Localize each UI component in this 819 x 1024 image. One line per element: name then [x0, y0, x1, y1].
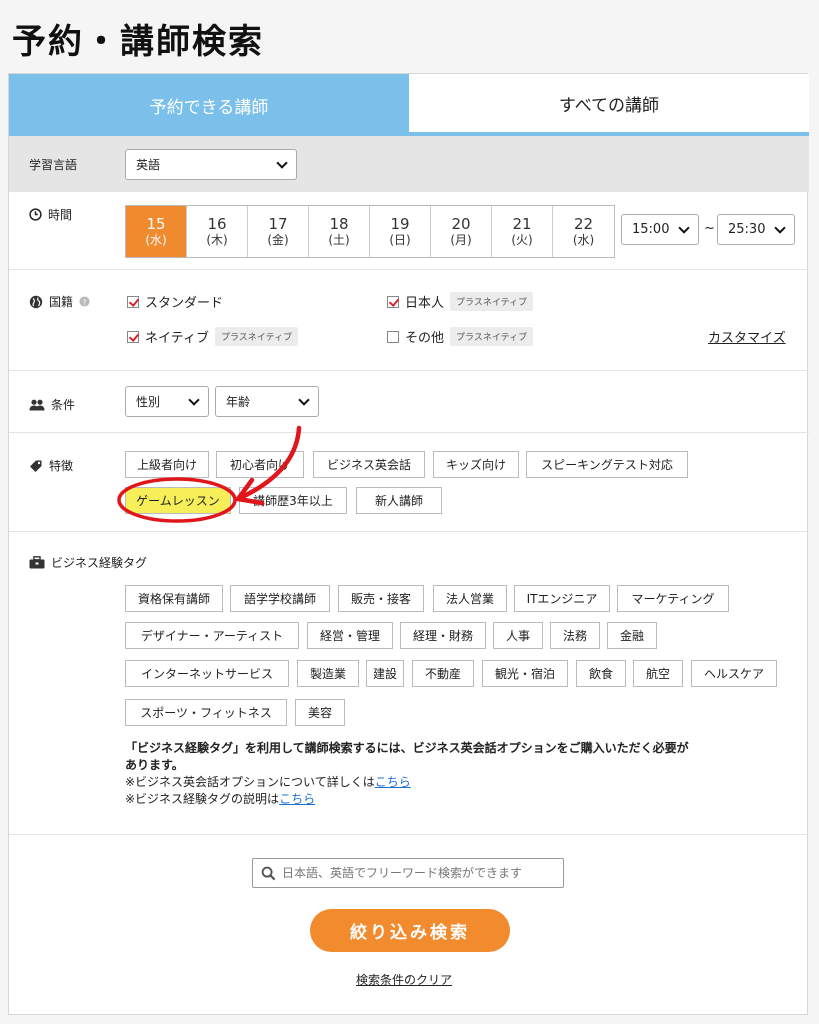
annotation-circle [117, 477, 237, 523]
annotation-overlay [117, 425, 302, 523]
